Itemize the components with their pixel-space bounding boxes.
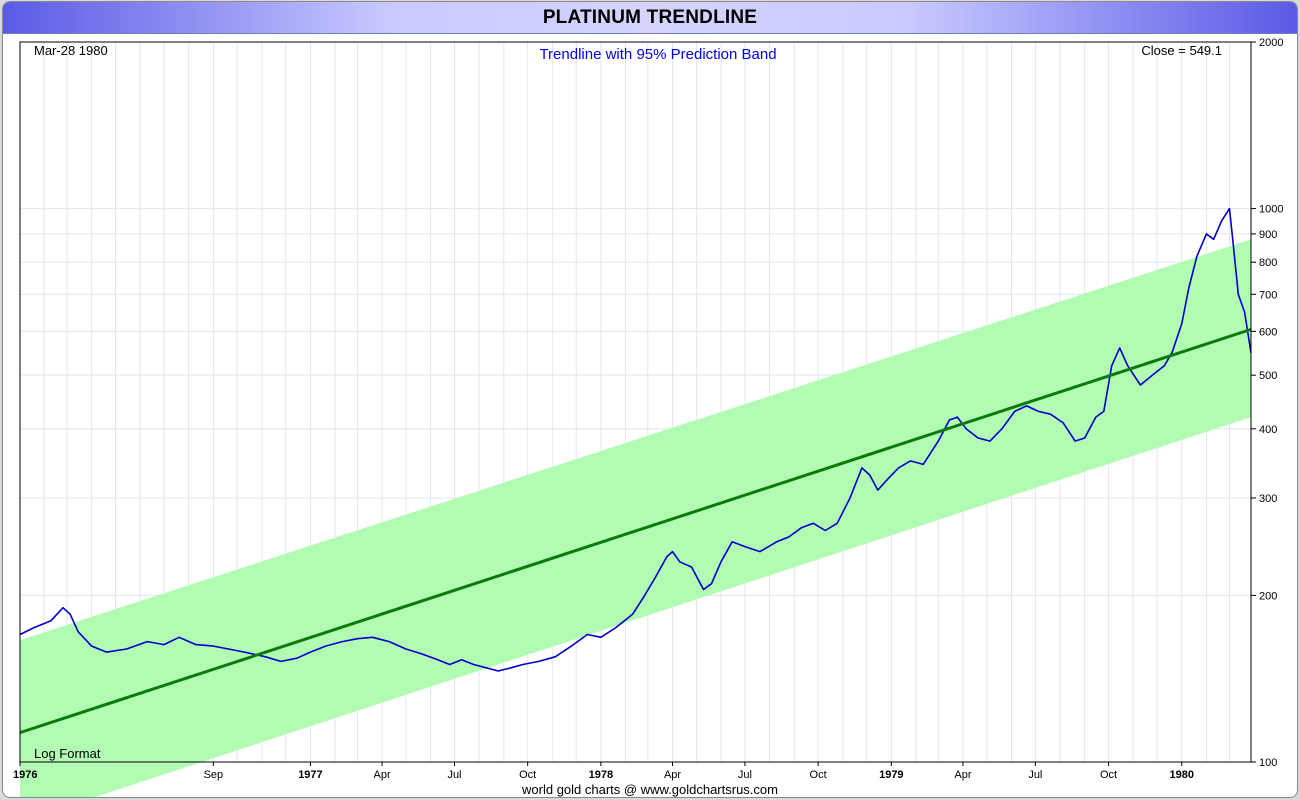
x-tick-label: Apr	[664, 769, 681, 781]
x-tick-label: Jul	[447, 769, 461, 781]
x-tick-label: 1979	[879, 769, 903, 781]
y-tick-label: 2000	[1259, 37, 1283, 49]
platinum-trendline-chart: 100 200 300 400 500 600 700 800 900 1000 2000 1976 S…	[13, 37, 1283, 797]
x-tick-label: Oct	[519, 769, 536, 781]
y-tick-label: 900	[1259, 229, 1277, 241]
date-label: Mar-28 1980	[34, 43, 108, 58]
x-tick-label: 1978	[589, 769, 613, 781]
close-label: Close = 549.1	[1141, 43, 1222, 58]
y-tick-label: 800	[1259, 257, 1277, 269]
y-tick-label: 1000	[1259, 204, 1283, 216]
y-tick-label: 200	[1259, 590, 1277, 602]
chart-subtitle: Trendline with 95% Prediction Band	[539, 46, 776, 63]
x-tick-label: Apr	[373, 769, 390, 781]
log-format-label: Log Format	[34, 746, 101, 761]
x-tick-label: Jul	[1028, 769, 1042, 781]
x-tick-label: Oct	[810, 769, 827, 781]
x-tick-label: 1980	[1170, 769, 1194, 781]
x-tick-label: 1977	[298, 769, 322, 781]
x-tick-label: 1976	[13, 769, 37, 781]
prediction-band	[20, 239, 1251, 797]
x-tick-label: Jul	[738, 769, 752, 781]
trendline	[19, 327, 1252, 735]
y-tick-label: 500	[1259, 370, 1277, 382]
y-tick-label: 400	[1259, 424, 1277, 436]
footer-credit: world gold charts @ www.goldchartsrus.co…	[522, 782, 778, 797]
y-tick-label: 100	[1259, 757, 1277, 769]
x-tick-label: Apr	[954, 769, 971, 781]
y-tick-label: 700	[1259, 289, 1277, 301]
chart-frame: PLATINUM TRENDLINE 100 200 300 400 500 600 700…	[2, 1, 1298, 798]
x-tick-label: Sep	[204, 769, 224, 781]
y-tick-label: 300	[1259, 493, 1277, 505]
x-tick-label: Oct	[1100, 769, 1117, 781]
y-tick-label: 600	[1259, 326, 1277, 338]
